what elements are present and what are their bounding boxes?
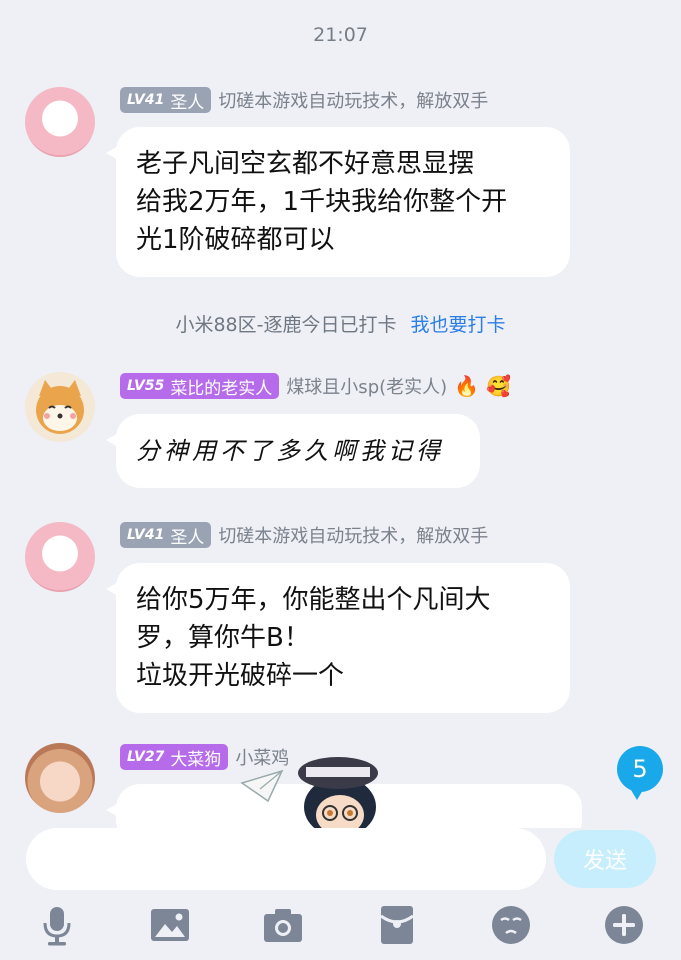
camera-icon[interactable] bbox=[261, 903, 305, 947]
sender-subtitle: 切磋本游戏自动玩技术，解放双手 bbox=[218, 91, 489, 112]
checkin-text: 小米88区-逐鹿今日已打卡 bbox=[175, 314, 397, 336]
sender-subtitle: 切磋本游戏自动玩技术，解放双手 bbox=[218, 526, 489, 547]
composer-bar: 发送 bbox=[0, 828, 681, 960]
shiba-avatar-icon bbox=[36, 380, 84, 434]
avatar[interactable] bbox=[25, 522, 95, 592]
level-badge: LV41 圣人 bbox=[120, 87, 212, 113]
message-bubble[interactable]: 老子凡间空玄都不好意思显摆 给我2万年，1千块我给你整个开 光1阶破碎都可以 bbox=[106, 127, 570, 277]
message-bubble[interactable]: 分神用不了多久啊我记得 bbox=[106, 414, 480, 488]
message-bubble[interactable]: 给你5万年，你能整出个凡间大 罗，算你牛B！ 垃圾开光破碎一个 bbox=[106, 563, 570, 713]
message-line: 给你5万年，你能整出个凡间大 bbox=[136, 585, 491, 615]
image-icon[interactable] bbox=[148, 903, 192, 947]
fire-icon: 🔥 bbox=[454, 374, 480, 398]
emoji-icon[interactable] bbox=[489, 903, 533, 947]
sticker-character-icon bbox=[240, 757, 378, 830]
level-label: LV27 bbox=[127, 749, 165, 765]
checkin-notice: 小米88区-逐鹿今日已打卡 我也要打卡 bbox=[0, 310, 681, 337]
message-line: 垃圾开光破碎一个 bbox=[136, 661, 345, 691]
level-label: LV41 bbox=[127, 92, 165, 108]
timestamp: 21:07 bbox=[313, 24, 368, 46]
title-label: 大菜狗 bbox=[170, 749, 222, 770]
level-label: LV41 bbox=[127, 527, 165, 543]
level-badge: LV41 圣人 bbox=[120, 522, 212, 548]
sender-meta: LV41 圣人 切磋本游戏自动玩技术，解放双手 bbox=[120, 521, 488, 549]
message-input[interactable] bbox=[26, 828, 546, 890]
sender-meta: LV55 菜比的老实人 煤球且小sp(老实人) 🔥 🥰 bbox=[120, 372, 511, 400]
avatar[interactable] bbox=[25, 743, 95, 813]
title-label: 圣人 bbox=[170, 527, 205, 548]
level-badge: LV55 菜比的老实人 bbox=[120, 373, 280, 399]
message-line: 分神用不了多久啊我记得 bbox=[136, 437, 444, 465]
level-label: LV55 bbox=[127, 378, 165, 394]
title-label: 菜比的老实人 bbox=[170, 378, 273, 399]
message-line: 老子凡间空玄都不好意思显摆 bbox=[136, 149, 475, 179]
avatar[interactable] bbox=[25, 87, 95, 157]
microphone-icon[interactable] bbox=[35, 903, 79, 947]
send-button[interactable]: 发送 bbox=[554, 830, 656, 888]
plus-icon[interactable] bbox=[602, 903, 646, 947]
level-badge: LV27 大菜狗 bbox=[120, 744, 229, 770]
message-line: 给我2万年，1千块我给你整个开 bbox=[136, 187, 508, 217]
sender-subtitle: 煤球且小sp(老实人) bbox=[286, 377, 448, 398]
message-line: 光1阶破碎都可以 bbox=[136, 225, 335, 255]
message-line: 罗，算你牛B！ bbox=[136, 623, 310, 653]
flower-emoji-icon: 🥰 bbox=[486, 374, 511, 398]
composer-toolbar bbox=[0, 903, 681, 953]
sender-meta: LV41 圣人 切磋本游戏自动玩技术，解放双手 bbox=[120, 86, 488, 114]
title-label: 圣人 bbox=[170, 92, 205, 113]
unread-count-badge[interactable]: 5 bbox=[617, 746, 663, 800]
avatar[interactable] bbox=[25, 372, 95, 442]
checkin-link[interactable]: 我也要打卡 bbox=[411, 314, 506, 336]
red-packet-icon[interactable] bbox=[375, 903, 419, 947]
